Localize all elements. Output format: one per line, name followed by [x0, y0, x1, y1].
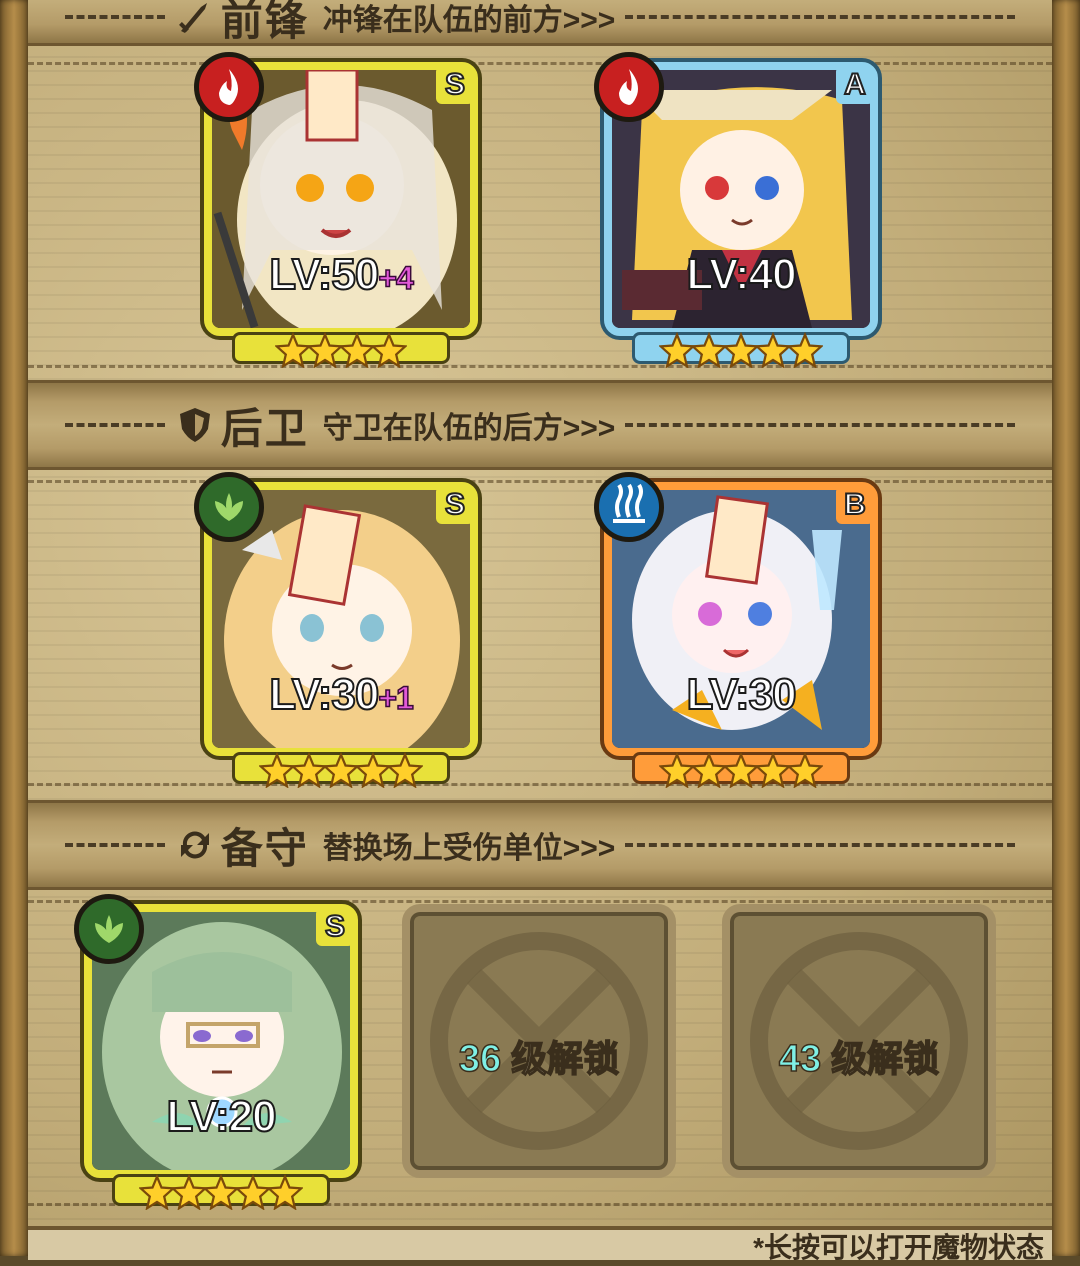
star-icon [139, 1174, 175, 1210]
level-value: LV:30 [268, 669, 380, 720]
level-value: LV:50 [268, 249, 380, 300]
left-frame-border [0, 0, 28, 1256]
locked-slot-3[interactable]: 43 级解锁 [722, 904, 996, 1178]
star-icon [755, 752, 791, 788]
unlock-requirement: 43 级解锁 [730, 1030, 988, 1082]
star-icon [787, 752, 823, 788]
header-dash [625, 15, 1016, 19]
header-dash [64, 843, 165, 847]
star-icon [723, 332, 759, 368]
hero-card-front-2[interactable]: A LV:40 [594, 52, 878, 368]
hero-level: LV:30+1 [212, 669, 470, 720]
shield-icon [179, 408, 210, 442]
leaf-element-icon [74, 894, 144, 964]
star-icon [787, 332, 823, 368]
water-element-icon [594, 472, 664, 542]
star-icon [387, 752, 423, 788]
unlock-label: 级解锁 [510, 1037, 620, 1080]
star-icon [267, 1174, 303, 1210]
hero-level: LV:40 [612, 249, 870, 300]
star-rating [212, 332, 470, 372]
back-section-header: 后卫 守卫在队伍的后方>>> [28, 380, 1052, 470]
star-icon [659, 332, 695, 368]
right-frame-border [1052, 0, 1080, 1256]
hero-level: LV:20 [92, 1091, 350, 1142]
star-rating [92, 1174, 350, 1214]
reserve-subtitle: 替换场上受伤单位>>> [322, 832, 616, 865]
hero-card-front-1[interactable]: S LV:50+4 [194, 52, 478, 368]
sword-icon [178, 3, 207, 33]
star-icon [691, 332, 727, 368]
reserve-title: 备守 [220, 823, 309, 873]
hero-card-back-2[interactable]: B LV:30 [594, 472, 878, 788]
rank-badge: B [836, 486, 874, 524]
hero-card-back-1[interactable]: S LV:30+1 [194, 472, 478, 788]
back-subtitle: 守卫在队伍的后方>>> [322, 412, 616, 445]
swap-icon [180, 831, 209, 859]
header-dash [64, 15, 165, 19]
star-icon [659, 752, 695, 788]
locked-slot-2[interactable]: 36 级解锁 [402, 904, 676, 1178]
front-title: 前锋 [220, 0, 309, 45]
hero-card-reserve-1[interactable]: S LV:20 [74, 894, 358, 1210]
level-value: LV:30 [685, 669, 797, 720]
hero-level: LV:30 [612, 669, 870, 720]
star-rating [612, 752, 870, 792]
star-rating [612, 332, 870, 372]
star-icon [691, 752, 727, 788]
star-icon [203, 1174, 239, 1210]
unlock-requirement: 36 级解锁 [410, 1030, 668, 1082]
star-icon [355, 752, 391, 788]
star-icon [275, 332, 311, 368]
level-bonus: +4 [378, 259, 415, 297]
unlock-label: 级解锁 [830, 1037, 940, 1080]
footer-note: *长按可以打开魔物状态 [753, 1232, 1044, 1263]
header-dash [625, 423, 1016, 427]
rank-badge: S [316, 908, 354, 946]
leaf-element-icon [194, 472, 264, 542]
fire-element-icon [194, 52, 264, 122]
star-icon [291, 752, 327, 788]
team-formation-panel: 前锋 冲锋在队伍的前方>>> 后卫 守卫在队伍的后方>>> 备守 替换场上受伤单… [0, 0, 1080, 1263]
back-row [28, 480, 1052, 786]
header-dash [64, 423, 165, 427]
rank-badge: A [836, 66, 874, 104]
front-section-header: 前锋 冲锋在队伍的前方>>> [28, 0, 1052, 46]
back-title: 后卫 [220, 403, 309, 453]
star-icon [755, 332, 791, 368]
front-subtitle: 冲锋在队伍的前方>>> [322, 4, 616, 37]
header-dash [625, 843, 1016, 847]
level-value: LV:20 [165, 1091, 277, 1142]
rank-badge: S [436, 66, 474, 104]
rank-badge: S [436, 486, 474, 524]
star-icon [259, 752, 295, 788]
star-icon [171, 1174, 207, 1210]
reserve-section-header: 备守 替换场上受伤单位>>> [28, 800, 1052, 890]
star-icon [323, 752, 359, 788]
unlock-level: 43 [778, 1037, 822, 1081]
star-icon [339, 332, 375, 368]
star-icon [371, 332, 407, 368]
front-row [28, 62, 1052, 368]
hero-level: LV:50+4 [212, 249, 470, 300]
star-icon [235, 1174, 271, 1210]
star-icon [307, 332, 343, 368]
fire-element-icon [594, 52, 664, 122]
star-icon [723, 752, 759, 788]
star-rating [212, 752, 470, 792]
level-value: LV:40 [685, 249, 797, 300]
level-bonus: +1 [378, 679, 415, 717]
unlock-level: 36 [458, 1037, 502, 1081]
